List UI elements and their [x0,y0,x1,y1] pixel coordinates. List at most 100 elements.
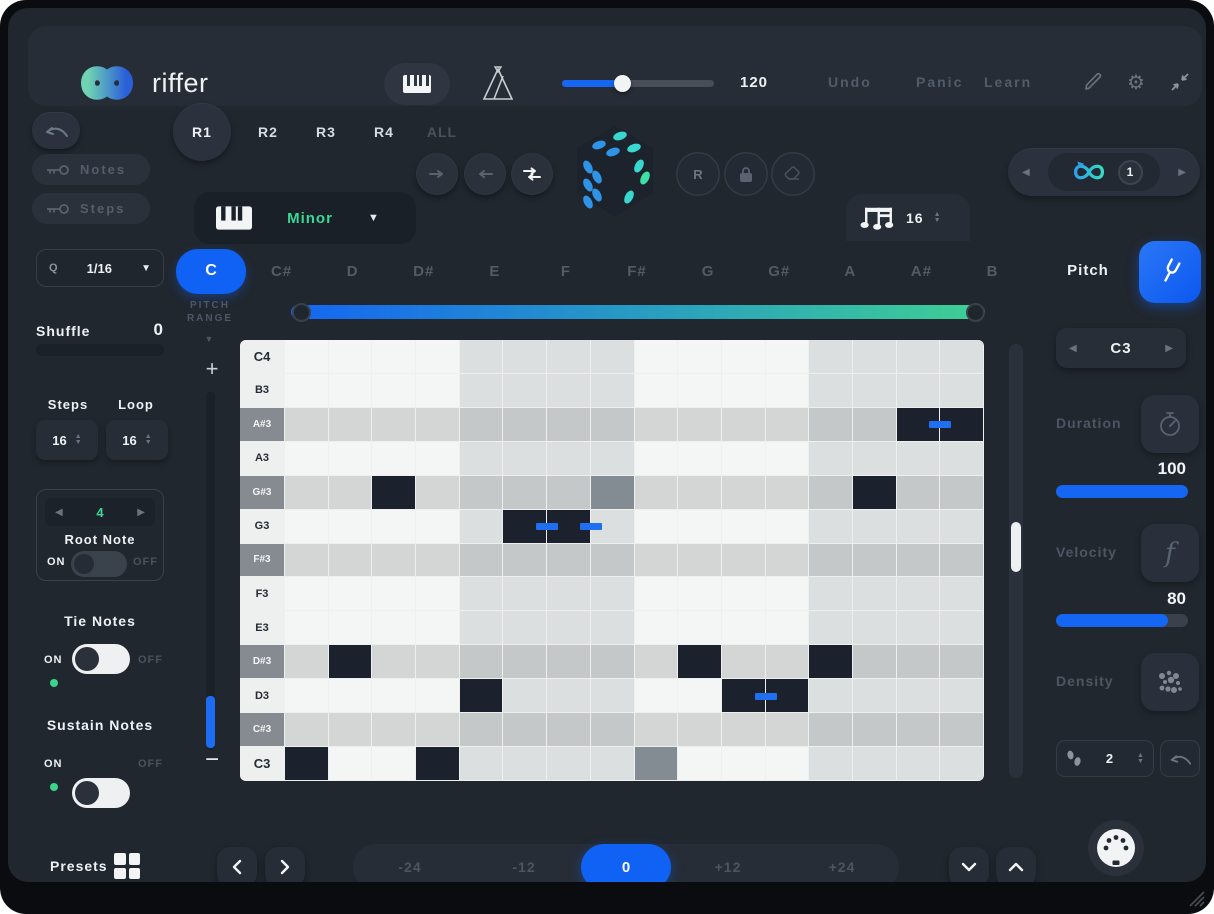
grid-cell-asharp3-10[interactable] [678,408,721,441]
grid-cell-e3-11[interactable] [722,611,765,644]
grid-cell-a3-12[interactable] [766,442,809,475]
grid-cell-gsharp3-4[interactable] [416,476,459,509]
grid-cell-g3-1[interactable] [285,510,328,543]
grid-cell-fsharp3-11[interactable] [722,544,765,577]
grid-cell-f3-13[interactable] [809,577,852,610]
velocity-randomize-button[interactable]: f [1141,524,1199,582]
grid-cell-c3-2[interactable] [329,747,372,780]
grid-cell-f3-7[interactable] [547,577,590,610]
shift-right-button[interactable] [416,153,458,195]
grid-cell-c4-2[interactable] [329,340,372,373]
grid-cell-dsharp3-16[interactable] [940,645,983,678]
grid-cell-asharp3-4[interactable] [416,408,459,441]
grid-cell-e3-16[interactable] [940,611,983,644]
grid-cell-c3-13[interactable] [809,747,852,780]
grid-cell-asharp3-1[interactable] [285,408,328,441]
grid-cell-gsharp3-6[interactable] [503,476,546,509]
resize-arrows-icon[interactable] [1169,71,1191,93]
riff-tab-r2[interactable]: R2 [246,124,290,140]
grid-cell-f3-6[interactable] [503,577,546,610]
grid-scrollbar-thumb[interactable] [1011,522,1021,572]
shift-left-button[interactable] [464,153,506,195]
grid-cell-d3-1[interactable] [285,679,328,712]
grid-cell-dsharp3-5[interactable] [460,645,503,678]
grid-cell-e3-6[interactable] [503,611,546,644]
grid-cell-b3-4[interactable] [416,374,459,407]
grid-cell-f3-11[interactable] [722,577,765,610]
grid-cell-d3-6[interactable] [503,679,546,712]
quantize-dropdown[interactable]: Q 1/16 ▼ [36,249,164,287]
grid-cell-fsharp3-3[interactable] [372,544,415,577]
grid-cell-g3-9[interactable] [635,510,678,543]
resize-grip[interactable] [1184,886,1208,910]
grid-cell-f3-8[interactable] [591,577,634,610]
note-option-dsharp[interactable]: D# [388,263,459,280]
grid-cell-f3-9[interactable] [635,577,678,610]
grid-cell-dsharp3-4[interactable] [416,645,459,678]
grid-cell-f3-15[interactable] [897,577,940,610]
grid-cell-fsharp3-6[interactable] [503,544,546,577]
grid-cell-asharp3-6[interactable] [503,408,546,441]
grid-cell-c3-9[interactable] [635,747,678,780]
grid-cell-c3-14[interactable] [853,747,896,780]
sustain-notes-toggle[interactable] [72,778,130,808]
r-randomize-button[interactable]: R [676,152,720,196]
octave-down-button[interactable] [949,847,989,882]
preset-next-button[interactable] [265,847,305,882]
base-note-next-button[interactable]: ▶ [1165,343,1173,354]
grid-cell-e3-13[interactable] [809,611,852,644]
grid-cell-csharp3-10[interactable] [678,713,721,746]
grid-cell-c3-10[interactable] [678,747,721,780]
duration-slider[interactable] [1056,485,1188,498]
grid-cell-c4-4[interactable] [416,340,459,373]
grid-cell-b3-2[interactable] [329,374,372,407]
key-steps-button[interactable]: Steps [32,193,150,224]
grid-cell-dsharp3-14[interactable] [853,645,896,678]
presets-grid-button[interactable] [114,853,140,879]
grid-cell-asharp3-13[interactable] [809,408,852,441]
grid-cell-e3-7[interactable] [547,611,590,644]
velocity-slider[interactable] [1056,614,1188,627]
grid-cell-fsharp3-10[interactable] [678,544,721,577]
grid-cell-csharp3-7[interactable] [547,713,590,746]
panic-button[interactable]: Panic [916,74,963,90]
grid-cell-b3-12[interactable] [766,374,809,407]
transpose-option-minus24[interactable]: -24 [353,859,467,875]
grid-cell-csharp3-13[interactable] [809,713,852,746]
grid-cell-d3-2[interactable] [329,679,372,712]
grid-cell-b3-9[interactable] [635,374,678,407]
root-next-button[interactable]: ▶ [137,507,145,518]
grid-cell-f3-2[interactable] [329,577,372,610]
grid-cell-asharp3-8[interactable] [591,408,634,441]
swap-arrows-button[interactable] [511,153,553,195]
grid-cell-fsharp3-1[interactable] [285,544,328,577]
grid-cell-csharp3-16[interactable] [940,713,983,746]
note-option-b[interactable]: B [957,263,1028,280]
tie-notes-toggle[interactable] [72,644,130,674]
grid-cell-e3-9[interactable] [635,611,678,644]
grid-cell-g3-5[interactable] [460,510,503,543]
grid-cell-asharp3-3[interactable] [372,408,415,441]
grid-cell-fsharp3-5[interactable] [460,544,503,577]
note-option-gsharp[interactable]: G# [744,263,815,280]
transpose-option-0[interactable]: 0 [581,844,671,882]
grid-cell-gsharp3-7[interactable] [547,476,590,509]
grid-cell-a3-10[interactable] [678,442,721,475]
grid-cell-fsharp3-9[interactable] [635,544,678,577]
grid-cell-dsharp3-3[interactable] [372,645,415,678]
back-button[interactable] [32,112,80,149]
grid-cell-b3-15[interactable] [897,374,940,407]
grid-cell-f3-5[interactable] [460,577,503,610]
grid-cell-b3-13[interactable] [809,374,852,407]
grid-cell-dsharp3-13[interactable] [809,645,852,678]
grid-cell-asharp3-7[interactable] [547,408,590,441]
grid-cell-c4-3[interactable] [372,340,415,373]
grid-cell-c3-12[interactable] [766,747,809,780]
grid-cell-gsharp3-10[interactable] [678,476,721,509]
grid-cell-e3-5[interactable] [460,611,503,644]
grid-cell-a3-8[interactable] [591,442,634,475]
grid-cell-d3-4[interactable] [416,679,459,712]
grid-cell-asharp3-5[interactable] [460,408,503,441]
grid-cell-csharp3-1[interactable] [285,713,328,746]
grid-cell-d3-15[interactable] [897,679,940,712]
